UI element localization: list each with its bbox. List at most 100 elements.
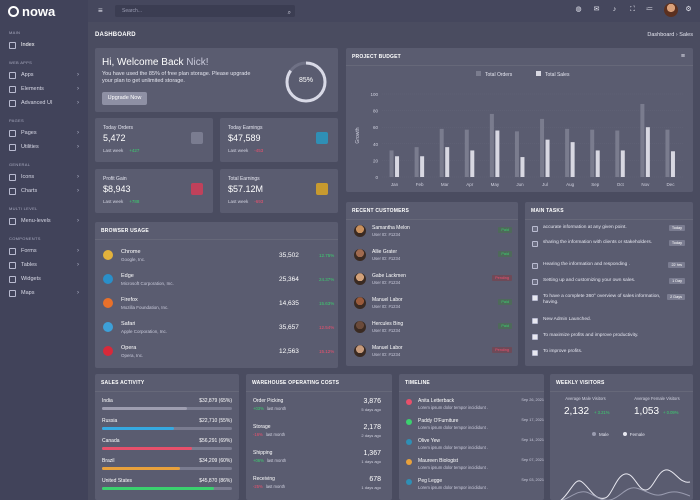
bar-total-orders (489, 113, 494, 177)
stat-change: -693 (254, 199, 264, 204)
pages-icon (9, 129, 16, 137)
welcome-text: You have used the 85% of free plan stora… (102, 71, 251, 84)
browser-name: Opera (121, 345, 137, 351)
stat-icon (191, 132, 203, 144)
browser-usage-card: Browser Usage Chrome Google, Inc. 35,502 12… (95, 222, 338, 368)
globe-icon[interactable]: ◍ (574, 5, 583, 14)
x-tick-label: Jul (542, 182, 548, 187)
task-checkbox[interactable] (532, 226, 538, 232)
customer-name: Hercules Bing (372, 321, 404, 327)
bar-total-orders (540, 118, 545, 177)
browser-row: Firefox Mozilla Foundation, Inc. 14,635 15.… (99, 294, 334, 318)
task-checkbox[interactable] (532, 295, 538, 301)
gear-icon[interactable]: ⚙ (684, 5, 693, 14)
cost-value: 3,876 (363, 398, 381, 405)
timeline-name[interactable]: Peg Legge (418, 478, 442, 484)
customer-row[interactable]: Samantha Melon User ID: #1234 Paid (350, 222, 516, 246)
project-budget-chart: Total Orders Total Sales 0 20 40 60 80 100 Growt… (355, 71, 683, 187)
customer-id: User ID: #1234 (372, 280, 401, 285)
timeline-date: Sep 07, 2021 (521, 458, 544, 462)
timeline-desc: Lorem ipsum dolor tempor incididunt . (418, 465, 489, 470)
sidebar-section-title: Main (9, 30, 21, 35)
bar-total-orders (640, 103, 645, 177)
customer-row[interactable]: Manuel Labor User ID: #1234 Paid (350, 294, 516, 318)
task-item: accurate information at any given point.… (529, 225, 687, 239)
warehouse-row: Receiving -25% last month 678 1 days ago (253, 476, 381, 496)
task-checkbox[interactable] (532, 334, 538, 340)
task-item: Hearing the information and responding .… (529, 262, 687, 276)
sidebar-item-apps[interactable]: Apps › (0, 68, 88, 82)
upgrade-button[interactable]: Upgrade Now (102, 92, 147, 105)
sidebar-item-forms[interactable]: Forms › (0, 244, 88, 258)
sidebar-item-elements[interactable]: Elements › (0, 82, 88, 96)
bell-icon[interactable]: ♪ (610, 5, 619, 14)
sidebar-item-utilities[interactable]: Utilities › (0, 140, 88, 154)
timeline-dot-icon (406, 439, 412, 445)
stat-icon (316, 183, 328, 195)
app-logo[interactable]: nowa (0, 0, 88, 22)
sidebar-item-tables[interactable]: Tables › (0, 258, 88, 272)
cost-change: -16% last month (253, 432, 286, 437)
search-icon[interactable]: ⌕ (288, 7, 291, 19)
sidebar: nowa Main Index Web Apps Apps › Elements › Adva… (0, 0, 88, 500)
stat-value: 5,472 (103, 133, 126, 143)
cost-value: 1,367 (363, 450, 381, 457)
progress-fill (102, 407, 187, 410)
avatar (354, 225, 366, 237)
sidebar-item-menu-levels[interactable]: Menu-levels › (0, 214, 88, 228)
task-checkbox[interactable] (532, 263, 538, 269)
timeline-name[interactable]: Maureen Biologist (418, 458, 458, 464)
timeline-name[interactable]: Olive Yew (418, 438, 440, 444)
y-tick-label: 60 (373, 125, 379, 130)
settings-list-icon[interactable]: ≔ (645, 5, 654, 14)
warehouse-row: Order Picking +03% last month 3,876 5 days a… (253, 398, 381, 418)
sales-activity-title: Sales Activity (95, 374, 239, 392)
bar-total-orders (590, 129, 595, 177)
task-tag: Today (668, 225, 685, 231)
bar-total-sales (545, 139, 550, 177)
customer-row[interactable]: Hercules Bing User ID: #1234 Paid (350, 318, 516, 342)
browser-company: Apple Corporation, Inc. (121, 329, 168, 334)
sidebar-item-index[interactable]: Index (0, 38, 88, 52)
search-input[interactable]: Search... ⌕ (115, 5, 295, 17)
customer-row[interactable]: Manuel Labor User ID: #1234 Pending (350, 342, 516, 366)
task-checkbox[interactable] (532, 279, 538, 285)
sidebar-item-pages[interactable]: Pages › (0, 126, 88, 140)
sidebar-item-maps[interactable]: Maps › (0, 286, 88, 300)
sidebar-item-advanced-ui[interactable]: Advanced UI › (0, 96, 88, 110)
customer-row[interactable]: Allie Grater User ID: #1234 Paid (350, 246, 516, 270)
task-checkbox[interactable] (532, 350, 538, 356)
sidebar-item-charts[interactable]: Charts › (0, 184, 88, 198)
task-item: Setting up and customizing your own sale… (529, 278, 687, 292)
progress-bar (102, 427, 232, 430)
male-visitors-value: 2,132 (564, 406, 590, 417)
menu-toggle-icon[interactable]: ≡ (98, 6, 103, 15)
male-visitors-label: Average Male Visitors (565, 396, 606, 401)
main-tasks-title: Main Tasks (525, 202, 693, 220)
sidebar-item-label: Charts (21, 188, 38, 194)
task-text: To maximize profits and improve producti… (543, 333, 639, 338)
timeline-name[interactable]: Anita Letterback (418, 398, 454, 404)
bar-total-orders (665, 129, 670, 177)
sidebar-item-widgets[interactable]: Widgets (0, 272, 88, 286)
customer-name: Samantha Melon (372, 225, 410, 231)
customer-name: Manuel Labor (372, 297, 403, 303)
customer-name: Manuel Labor (372, 345, 403, 351)
more-options-icon[interactable]: ≡ (681, 53, 685, 60)
sidebar-item-label: Maps (21, 290, 35, 296)
task-checkbox[interactable] (532, 318, 538, 324)
sidebar-item-icons[interactable]: Icons › (0, 170, 88, 184)
avatar (354, 249, 366, 261)
fullscreen-icon[interactable]: ⛶ (628, 5, 637, 14)
stat-change: -453 (254, 148, 264, 153)
customer-row[interactable]: Gabe Lackmen User ID: #1234 Pending (350, 270, 516, 294)
task-checkbox[interactable] (532, 241, 538, 247)
mail-icon[interactable]: ✉ (592, 5, 601, 14)
x-tick-label: Nov (641, 182, 650, 187)
timeline-name[interactable]: Paddy O'Furniture (418, 418, 458, 424)
bar-total-sales (645, 127, 650, 177)
legend-label: Total Sales (545, 72, 570, 78)
avatar[interactable] (664, 3, 678, 17)
sidebar-item-label: Utilities (21, 144, 39, 150)
x-tick-label: Mar (441, 182, 449, 187)
